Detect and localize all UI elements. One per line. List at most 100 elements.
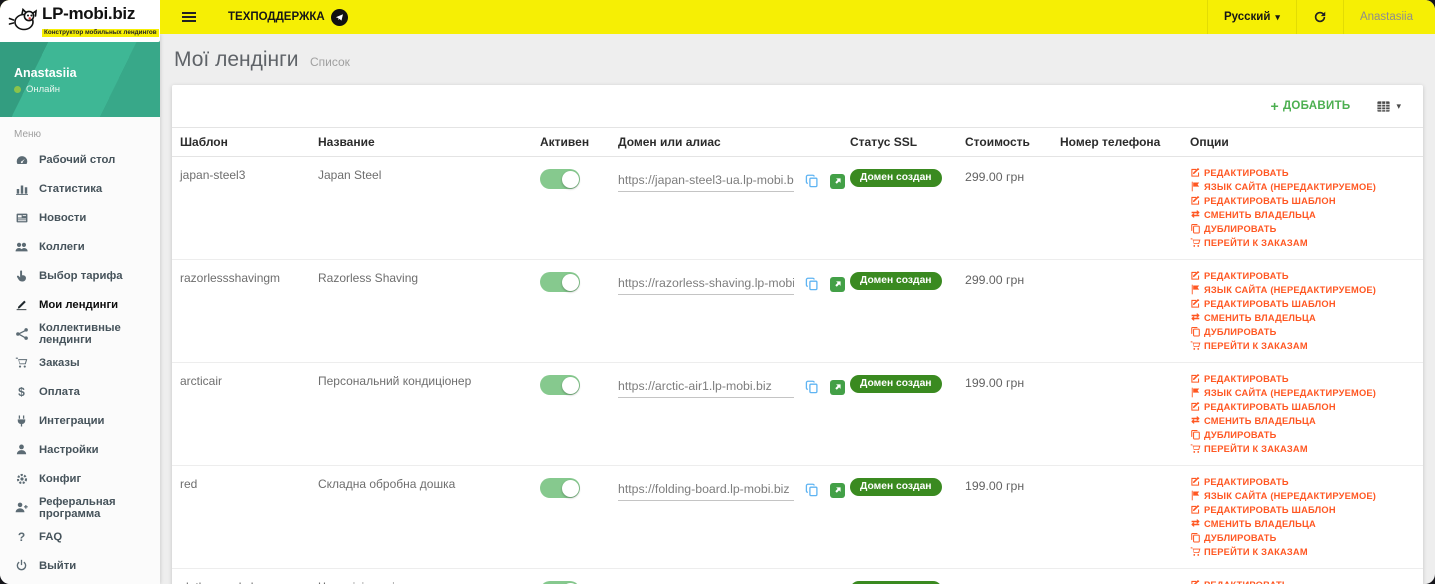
current-user-menu[interactable]: Anastasiia xyxy=(1342,0,1435,34)
sidebar-item-collective[interactable]: Коллективные лендинги xyxy=(0,319,160,348)
table-row: clothes and shoes Чоловічі кросівки Доме xyxy=(172,569,1423,584)
row-option-link[interactable]: РЕДАКТИРОВАТЬ xyxy=(1190,270,1423,281)
duplicate-icon xyxy=(1190,223,1201,234)
row-option-link[interactable]: ПЕРЕЙТИ К ЗАКАЗАМ xyxy=(1190,340,1423,351)
row-option-link[interactable]: РЕДАКТИРОВАТЬ ШАБЛОН xyxy=(1190,298,1423,309)
duplicate-icon xyxy=(1190,326,1201,337)
refresh-button[interactable] xyxy=(1295,0,1343,34)
edit-icon xyxy=(1190,167,1201,178)
add-landing-button[interactable]: + ДОБАВИТЬ xyxy=(1270,98,1350,114)
sidebar-item-logout[interactable]: Выйти xyxy=(0,551,160,580)
tech-support-button[interactable]: ТЕХПОДДЕРЖКА xyxy=(228,8,348,26)
sidebar-item-label: Мои лендинги xyxy=(39,298,119,311)
row-option-link[interactable]: ДУБЛИРОВАТЬ xyxy=(1190,429,1423,440)
language-dropdown[interactable]: Русский ▾ xyxy=(1206,0,1296,34)
active-cell xyxy=(540,477,618,498)
ssl-status-badge: Домен создан xyxy=(850,169,942,187)
top-bar: LP-mobi.biz Конструктор мобильных лендин… xyxy=(0,0,1435,42)
sidebar-item-orders[interactable]: Заказы xyxy=(0,348,160,377)
sidebar-item-colleagues[interactable]: Коллеги xyxy=(0,232,160,261)
sidebar-item-faq[interactable]: ? FAQ xyxy=(0,522,160,551)
open-site-icon[interactable] xyxy=(830,277,845,292)
sidebar-item-label: FAQ xyxy=(39,530,63,543)
open-site-icon[interactable] xyxy=(830,380,845,395)
row-option-link[interactable]: ⇄ СМЕНИТЬ ВЛАДЕЛЬЦА xyxy=(1190,209,1423,220)
sidebar-item-tariff[interactable]: Выбор тарифа xyxy=(0,261,160,290)
page-subtitle: Список xyxy=(309,55,350,69)
price-cell: 299.00 грн xyxy=(965,170,1025,184)
open-site-icon[interactable] xyxy=(830,174,845,189)
row-option-link[interactable]: РЕДАКТИРОВАТЬ ШАБЛОН xyxy=(1190,401,1423,412)
open-site-icon[interactable] xyxy=(830,483,845,498)
domain-input[interactable] xyxy=(618,379,794,398)
users-icon xyxy=(14,239,29,254)
row-option-link[interactable]: ДУБЛИРОВАТЬ xyxy=(1190,532,1423,543)
row-option-link[interactable]: ДУБЛИРОВАТЬ xyxy=(1190,326,1423,337)
row-option-link[interactable]: ЯЗЫК САЙТА (НЕРЕДАКТИРУЕМОЕ) xyxy=(1190,284,1423,295)
plug-icon xyxy=(14,413,29,428)
row-option-link[interactable]: ПЕРЕЙТИ К ЗАКАЗАМ xyxy=(1190,443,1423,454)
ssl-status-cell: Домен создан xyxy=(850,168,965,187)
options-cell: РЕДАКТИРОВАТЬ ЯЗЫК САЙТА (НЕРЕДАКТИРУЕМО… xyxy=(1190,168,1423,248)
name-cell: Персональний кондиціонер xyxy=(318,374,472,388)
row-option-link[interactable]: ПЕРЕЙТИ К ЗАКАЗАМ xyxy=(1190,546,1423,557)
edit-icon xyxy=(1190,195,1201,206)
copy-domain-icon[interactable] xyxy=(805,174,819,188)
sidebar-item-my-landings[interactable]: Мои лендинги xyxy=(0,290,160,319)
sidebar-item-settings[interactable]: Настройки xyxy=(0,435,160,464)
hamburger-menu-icon[interactable] xyxy=(172,0,206,34)
copy-domain-icon[interactable] xyxy=(805,483,819,497)
power-icon xyxy=(14,558,29,573)
column-header: Активен xyxy=(540,135,590,149)
cart-icon xyxy=(1190,443,1201,454)
sidebar-item-payment[interactable]: $ Оплата xyxy=(0,377,160,406)
row-option-link[interactable]: РЕДАКТИРОВАТЬ xyxy=(1190,476,1423,487)
sidebar-item-referral[interactable]: Реферальная программа xyxy=(0,493,160,522)
column-header: Домен или алиас xyxy=(618,135,721,149)
exchange-icon: ⇄ xyxy=(1191,311,1200,323)
ssl-status-cell: Домен создан xyxy=(850,374,965,393)
edit-icon xyxy=(1190,504,1201,515)
template-cell: razorlessshavingm xyxy=(180,271,281,285)
copy-domain-icon[interactable] xyxy=(805,277,819,291)
row-option-link[interactable]: РЕДАКТИРОВАТЬ xyxy=(1190,373,1423,384)
sidebar-item-label: Новости xyxy=(39,211,87,224)
row-option-link[interactable]: ⇄ СМЕНИТЬ ВЛАДЕЛЬЦА xyxy=(1190,415,1423,426)
domain-input[interactable] xyxy=(618,173,794,192)
name-cell: Складна обробна дошка xyxy=(318,477,456,491)
row-option-link[interactable]: РЕДАКТИРОВАТЬ xyxy=(1190,579,1423,584)
copy-domain-icon[interactable] xyxy=(805,380,819,394)
main-content: Мої лендінги Список + ДОБАВИТЬ ▾ Шаблон … xyxy=(160,34,1435,584)
sidebar-item-config[interactable]: Конфиг xyxy=(0,464,160,493)
active-toggle[interactable] xyxy=(540,169,580,189)
row-option-link[interactable]: ДУБЛИРОВАТЬ xyxy=(1190,223,1423,234)
ssl-status-badge: Домен создан xyxy=(850,375,942,393)
row-option-link[interactable]: ⇄ СМЕНИТЬ ВЛАДЕЛЬЦА xyxy=(1190,312,1423,323)
row-option-link[interactable]: ЯЗЫК САЙТА (НЕРЕДАКТИРУЕМОЕ) xyxy=(1190,181,1423,192)
table-view-button[interactable]: ▾ xyxy=(1376,99,1401,114)
row-option-link[interactable]: ПЕРЕЙТИ К ЗАКАЗАМ xyxy=(1190,237,1423,248)
options-cell: РЕДАКТИРОВАТЬ ЯЗЫК САЙТА (НЕРЕДАКТИРУЕМО… xyxy=(1190,271,1423,351)
sidebar-item-news[interactable]: Новости xyxy=(0,203,160,232)
row-option-link[interactable]: ⇄ СМЕНИТЬ ВЛАДЕЛЬЦА xyxy=(1190,518,1423,529)
row-option-link[interactable]: ЯЗЫК САЙТА (НЕРЕДАКТИРУЕМОЕ) xyxy=(1190,490,1423,501)
sidebar-item-integrations[interactable]: Интеграции xyxy=(0,406,160,435)
active-toggle[interactable] xyxy=(540,375,580,395)
row-option-link[interactable]: РЕДАКТИРОВАТЬ xyxy=(1190,167,1423,178)
brand-tagline: Конструктор мобильных лендингов xyxy=(42,28,159,37)
brand-logo[interactable]: LP-mobi.biz Конструктор мобильных лендин… xyxy=(0,0,160,42)
domain-input[interactable] xyxy=(618,482,794,501)
card-toolbar: + ДОБАВИТЬ ▾ xyxy=(172,85,1423,127)
active-toggle[interactable] xyxy=(540,272,580,292)
sidebar-item-desktop[interactable]: Рабочий стол xyxy=(0,145,160,174)
sidebar-item-stats[interactable]: Статистика xyxy=(0,174,160,203)
options-cell: РЕДАКТИРОВАТЬ ЯЗЫК САЙТА (НЕРЕДАКТИРУЕМО… xyxy=(1190,374,1423,454)
domain-input[interactable] xyxy=(618,276,794,295)
gauge-icon xyxy=(14,152,29,167)
menu-section-label: Меню xyxy=(14,129,42,140)
row-option-link[interactable]: РЕДАКТИРОВАТЬ ШАБЛОН xyxy=(1190,504,1423,515)
row-option-link[interactable]: ЯЗЫК САЙТА (НЕРЕДАКТИРУЕМОЕ) xyxy=(1190,387,1423,398)
ssl-status-badge: Домен создан xyxy=(850,478,942,496)
row-option-link[interactable]: РЕДАКТИРОВАТЬ ШАБЛОН xyxy=(1190,195,1423,206)
active-toggle[interactable] xyxy=(540,478,580,498)
